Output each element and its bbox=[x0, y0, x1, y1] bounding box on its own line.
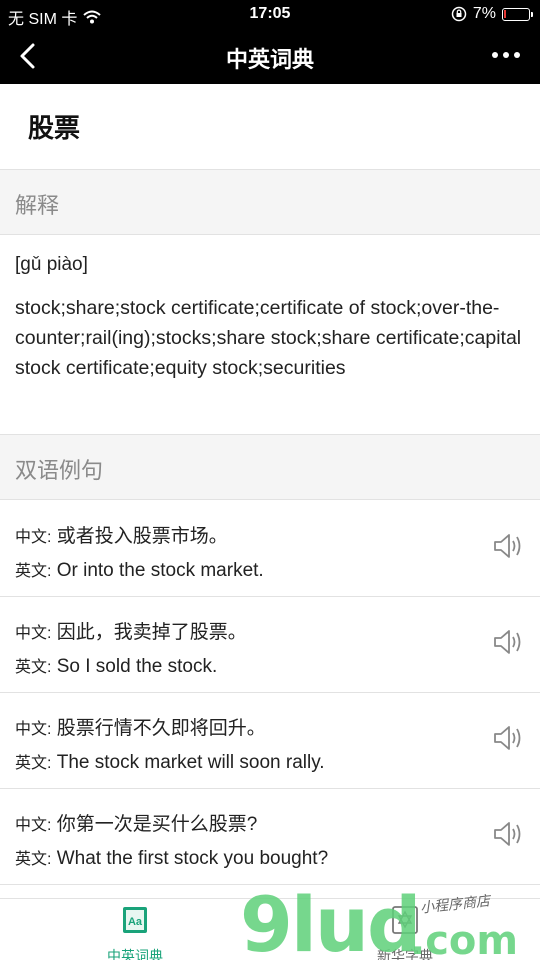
example-item: 中文: 股票行情不久即将回升。 英文: The stock market wil… bbox=[0, 693, 540, 789]
speaker-icon[interactable] bbox=[493, 531, 525, 561]
chinese-sentence: 股票行情不久即将回升。 bbox=[56, 718, 266, 739]
tab-english-chinese-dictionary[interactable]: Aa 中英词典 bbox=[75, 905, 195, 960]
example-chinese: 中文: 因此，我卖掉了股票。 bbox=[15, 617, 247, 644]
example-english: 英文: Or into the stock market. bbox=[15, 557, 264, 582]
section-header-examples: 双语例句 bbox=[0, 434, 540, 500]
status-bar: 无 SIM 卡 17:05 7% bbox=[0, 0, 540, 28]
speaker-icon[interactable] bbox=[493, 819, 525, 849]
chinese-tag: 中文: bbox=[15, 625, 52, 642]
more-options-icon[interactable] bbox=[492, 52, 520, 58]
status-right: 7% bbox=[451, 5, 533, 23]
example-english: 英文: The stock market will soon rally. bbox=[15, 749, 325, 774]
battery-level bbox=[504, 9, 506, 18]
english-sentence: The stock market will soon rally. bbox=[56, 752, 325, 773]
nav-title: 中英词典 bbox=[225, 47, 314, 72]
example-english: 英文: What the first stock you bought? bbox=[15, 845, 328, 870]
section-title-explanation: 解释 bbox=[15, 193, 60, 218]
battery-percent: 7% bbox=[472, 5, 496, 22]
tab-bar: Aa 中英词典 新华字典 bbox=[0, 898, 540, 960]
example-item: 中文: 因此，我卖掉了股票。 英文: So I sold the stock. bbox=[0, 597, 540, 693]
english-tag: 英文: bbox=[15, 659, 52, 676]
section-header-explanation: 解释 bbox=[0, 169, 540, 235]
english-sentence: So I sold the stock. bbox=[56, 656, 218, 677]
chinese-tag: 中文: bbox=[15, 721, 52, 738]
chinese-sentence: 或者投入股票市场。 bbox=[56, 526, 228, 547]
orientation-lock-icon bbox=[451, 6, 467, 22]
xinhua-dictionary-icon bbox=[392, 906, 418, 934]
pinyin: [gǔ piào] bbox=[15, 254, 88, 275]
example-english: 英文: So I sold the stock. bbox=[15, 653, 217, 678]
speaker-icon[interactable] bbox=[493, 723, 525, 753]
example-chinese: 中文: 股票行情不久即将回升。 bbox=[15, 713, 266, 740]
chinese-sentence: 你第一次是买什么股票? bbox=[56, 814, 258, 835]
english-tag: 英文: bbox=[15, 755, 52, 772]
tab-xinhua-dictionary[interactable]: 新华字典 bbox=[345, 905, 465, 960]
example-chinese: 中文: 你第一次是买什么股票? bbox=[15, 809, 257, 836]
dictionary-icon-text: Aa bbox=[128, 916, 143, 928]
tab-label: 新华字典 bbox=[377, 948, 433, 960]
speaker-icon[interactable] bbox=[493, 627, 525, 657]
battery-icon bbox=[502, 7, 533, 21]
chinese-sentence: 因此，我卖掉了股票。 bbox=[56, 622, 247, 643]
chinese-tag: 中文: bbox=[15, 529, 52, 546]
english-sentence: Or into the stock market. bbox=[56, 560, 264, 581]
definition-text: stock;share;stock certificate;certificat… bbox=[15, 297, 522, 379]
example-chinese: 中文: 或者投入股票市场。 bbox=[15, 521, 228, 548]
chinese-tag: 中文: bbox=[15, 817, 52, 834]
english-tag: 英文: bbox=[15, 563, 52, 580]
example-item: 中文: 或者投入股票市场。 英文: Or into the stock mark… bbox=[0, 501, 540, 597]
nav-bar: 中英词典 bbox=[0, 28, 540, 84]
word-title: 股票 bbox=[28, 113, 81, 143]
english-sentence: What the first stock you bought? bbox=[56, 848, 329, 869]
tab-label: 中英词典 bbox=[107, 948, 163, 960]
section-title-examples: 双语例句 bbox=[15, 458, 104, 483]
dictionary-aa-icon: Aa bbox=[123, 907, 147, 933]
example-item: 中文: 你第一次是买什么股票? 英文: What the first stock… bbox=[0, 789, 540, 885]
english-tag: 英文: bbox=[15, 851, 52, 868]
